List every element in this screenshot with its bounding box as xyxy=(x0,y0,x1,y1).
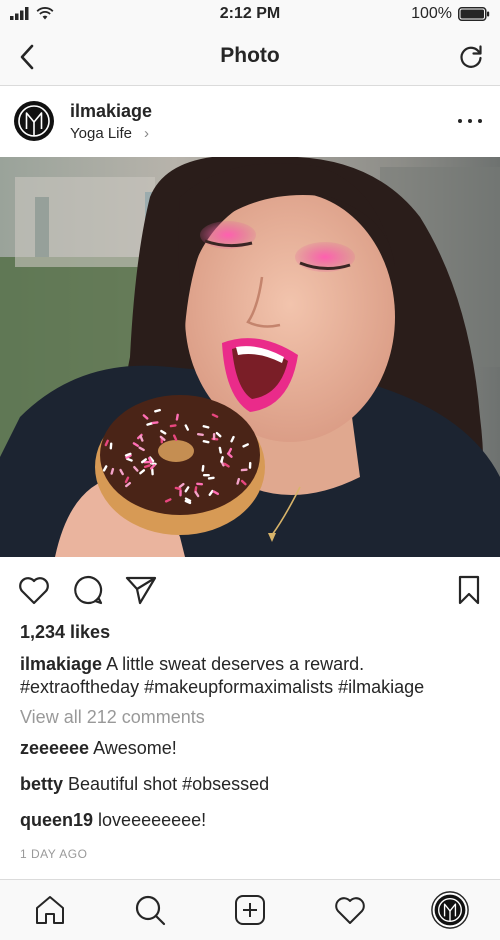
post-location[interactable]: Yoga Life › xyxy=(70,125,149,142)
like-button[interactable] xyxy=(17,573,51,607)
profile-icon xyxy=(431,891,469,929)
home-icon xyxy=(36,896,64,924)
tab-add[interactable] xyxy=(230,890,270,930)
comment-text: Beautiful shot #obsessed xyxy=(68,774,270,794)
likes-count[interactable]: 1,234 likes xyxy=(20,622,110,643)
ilmakiage-logo-icon xyxy=(14,101,54,141)
post-photo[interactable] xyxy=(0,157,500,557)
tab-activity[interactable] xyxy=(330,890,370,930)
tab-bar xyxy=(0,879,500,940)
post-timestamp: 1 DAY AGO xyxy=(20,847,88,861)
comment-username[interactable]: queen19 xyxy=(20,810,93,830)
battery-group: 100% xyxy=(411,5,490,23)
comment-item: zeeeeee Awesome! xyxy=(20,738,177,759)
navigation-bar: Photo xyxy=(0,30,500,86)
more-dot-icon xyxy=(468,119,472,123)
sprinkle xyxy=(179,489,182,497)
refresh-icon xyxy=(460,45,482,68)
sprinkle xyxy=(212,433,216,440)
post-username[interactable]: ilmakiage xyxy=(70,101,152,122)
chevron-right-icon: › xyxy=(144,125,150,142)
comment-item: betty Beautiful shot #obsessed xyxy=(20,774,269,795)
comment-username[interactable]: zeeeeee xyxy=(20,738,89,758)
comment-text: Awesome! xyxy=(93,738,177,758)
photo-illustration xyxy=(0,157,500,557)
more-dot-icon xyxy=(458,119,462,123)
sprinkle xyxy=(248,461,252,469)
post-header: ilmakiage Yoga Life › xyxy=(0,86,500,157)
location-label: Yoga Life xyxy=(70,125,133,142)
battery-icon xyxy=(458,7,490,21)
add-icon xyxy=(235,895,265,925)
comment-text: loveeeeeeee! xyxy=(98,810,207,830)
comment-username[interactable]: betty xyxy=(20,774,63,794)
more-options-button[interactable] xyxy=(458,113,482,129)
send-icon xyxy=(125,576,157,605)
comment-item: queen19 loveeeeeeee! xyxy=(20,810,206,831)
more-dot-icon xyxy=(478,119,482,123)
sprinkle xyxy=(202,474,210,477)
bookmark-button[interactable] xyxy=(452,573,486,607)
tab-search[interactable] xyxy=(130,890,170,930)
view-all-comments-link[interactable]: View all 212 comments xyxy=(20,707,205,728)
avatar[interactable] xyxy=(13,100,55,142)
bookmark-icon xyxy=(458,575,480,605)
page-title: Photo xyxy=(220,44,280,67)
caption-username[interactable]: ilmakiage xyxy=(20,654,102,674)
comment-button[interactable] xyxy=(71,573,105,607)
tab-home[interactable] xyxy=(30,890,70,930)
share-button[interactable] xyxy=(124,573,158,607)
battery-percent: 100% xyxy=(411,5,452,22)
heart-icon xyxy=(335,897,365,924)
heart-icon xyxy=(19,577,49,605)
post-caption: ilmakiage A little sweat deserves a rewa… xyxy=(20,653,480,699)
comment-icon xyxy=(74,575,103,605)
tab-profile[interactable] xyxy=(430,890,470,930)
status-bar: 2:12 PM 100% xyxy=(0,0,500,30)
post-actions xyxy=(0,568,500,612)
search-icon xyxy=(135,895,166,926)
refresh-button[interactable] xyxy=(456,42,486,72)
